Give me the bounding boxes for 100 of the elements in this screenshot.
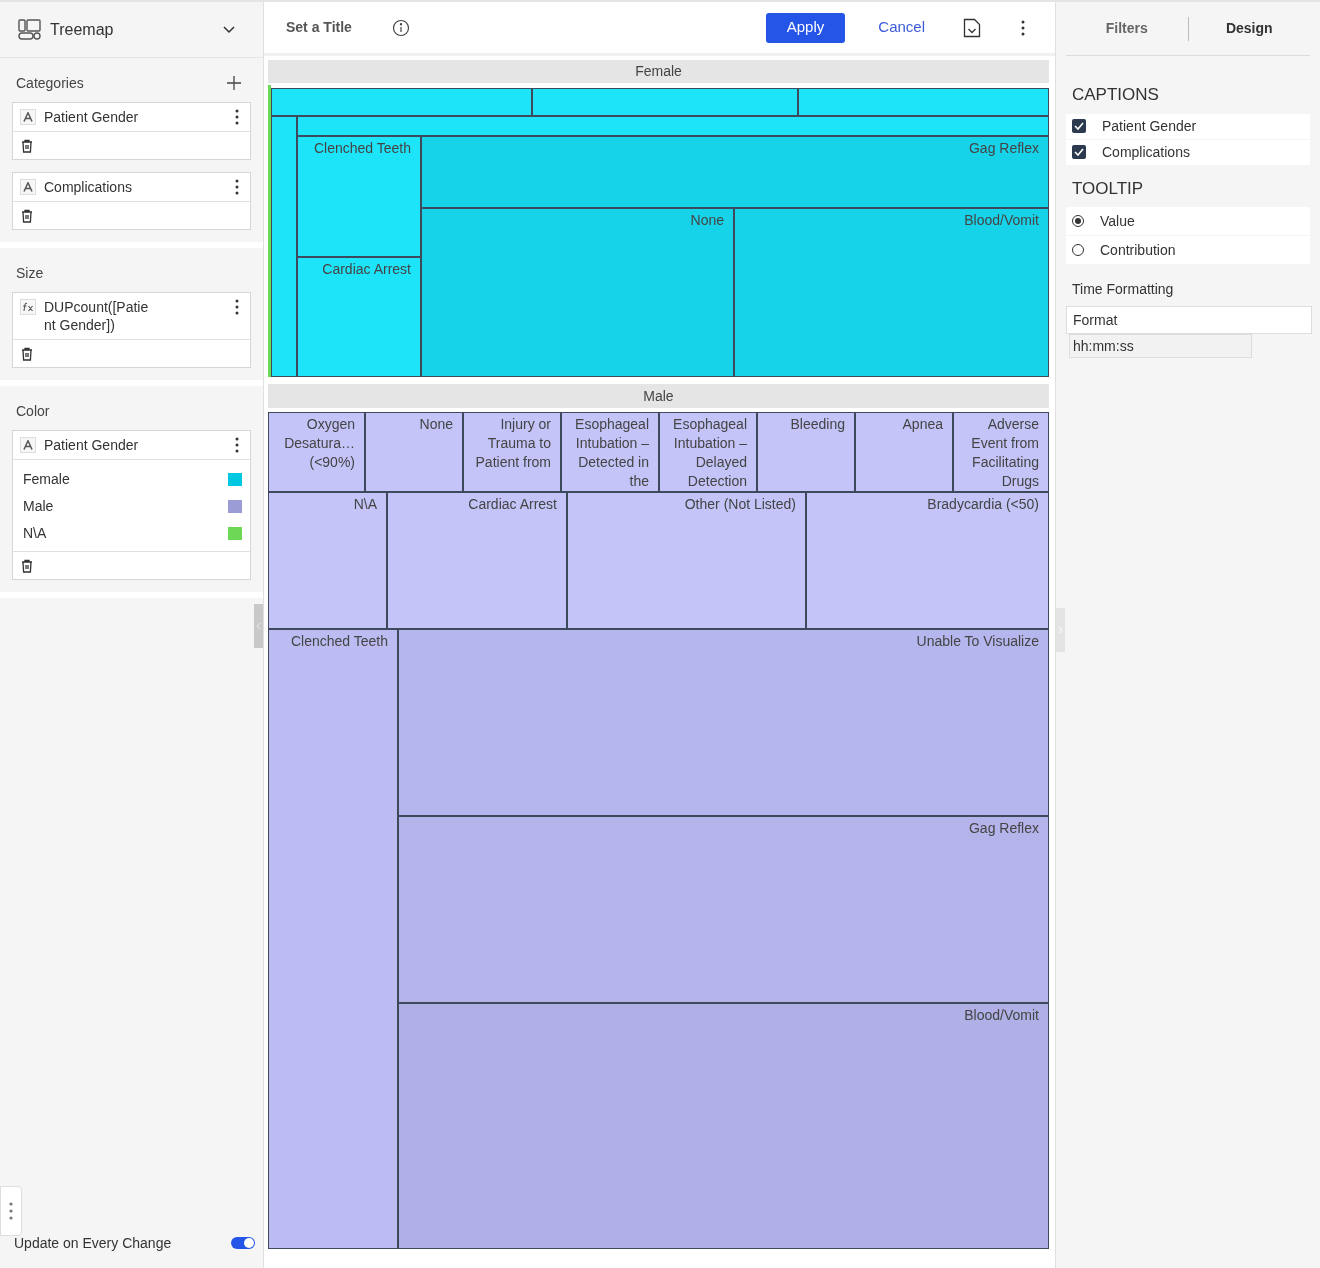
treemap-tile[interactable] [268, 85, 271, 377]
treemap-tile[interactable]: Cardiac Arrest [387, 492, 567, 629]
panel-tab[interactable]: Filters [1066, 18, 1188, 39]
treemap-tile[interactable] [297, 116, 1049, 136]
treemap-tile[interactable] [271, 88, 532, 116]
more-options-icon[interactable] [235, 179, 239, 195]
tile-label: Cardiac Arrest [468, 495, 557, 514]
text-type-icon [20, 437, 36, 453]
section-title: Categories [16, 73, 84, 93]
radio-button[interactable] [1072, 215, 1084, 227]
add-icon[interactable] [227, 76, 241, 90]
treemap-tile[interactable]: Clenched Teeth [268, 629, 398, 1249]
chart-title[interactable]: Set a Title [286, 17, 352, 38]
field-name: Complications [44, 178, 133, 196]
trash-icon[interactable] [21, 138, 33, 153]
group-header: Male [268, 384, 1049, 408]
radio-button[interactable] [1072, 244, 1084, 256]
legend-label: Female [23, 470, 70, 489]
panel-tab[interactable]: Design [1188, 18, 1310, 39]
toggle-switch[interactable] [231, 1237, 255, 1249]
field-name: Patient Gender [44, 436, 140, 454]
treemap-tile[interactable]: Esophageal Intubation – Delayed Detection [659, 412, 757, 492]
text-type-icon [20, 109, 36, 125]
tile-label: Clenched Teeth [290, 632, 388, 651]
treemap-tile[interactable]: Gag Reflex [421, 136, 1049, 208]
section-title: Size [16, 263, 44, 283]
section-title: TOOLTIP [1071, 177, 1145, 200]
dropdown-option[interactable]: hh:mm:ss [1070, 335, 1251, 357]
tile-label: Gag Reflex [968, 139, 1039, 158]
collapse-handle[interactable] [1056, 608, 1065, 652]
treemap-tile[interactable]: None [421, 208, 734, 377]
group-header: Female [268, 60, 1049, 83]
treemap-tile[interactable]: Bleeding [757, 412, 855, 492]
tile-label: Oxygen Desatura… (<90%) [283, 415, 355, 472]
trash-icon[interactable] [21, 346, 33, 361]
more-options-icon [9, 1201, 13, 1221]
more-options-icon[interactable] [1021, 19, 1025, 36]
legend-label: N\A [23, 524, 47, 543]
tile-label: Esophageal Intubation – Delayed Detection [672, 415, 747, 491]
treemap-tile[interactable]: Apnea [855, 412, 953, 492]
treemap-tile[interactable]: Cardiac Arrest [297, 257, 421, 377]
treemap-tile[interactable]: Injury or Trauma to Patient from [463, 412, 561, 492]
treemap-tile[interactable]: Adverse Event from Facilitating Drugs [953, 412, 1049, 492]
section-title: Time Formatting [1071, 280, 1175, 299]
apply-button[interactable]: Apply [765, 12, 846, 43]
color-swatch[interactable] [228, 473, 242, 486]
checkbox[interactable] [1072, 145, 1086, 159]
more-options-icon[interactable] [235, 299, 239, 315]
treemap-tile[interactable] [798, 88, 1049, 116]
checkbox[interactable] [1072, 119, 1086, 133]
export-document-icon[interactable] [963, 17, 981, 38]
more-options-icon[interactable] [235, 109, 239, 125]
color-swatch[interactable] [228, 500, 242, 513]
treemap-tile[interactable]: Clenched Teeth [297, 136, 421, 257]
tile-label: None [419, 415, 453, 434]
checkbox-label: Patient Gender [1102, 116, 1197, 136]
cancel-button[interactable]: Cancel [878, 16, 925, 39]
tile-label: Bradycardia (<50) [927, 495, 1039, 514]
checkbox-label: Complications [1102, 142, 1190, 162]
treemap-tile[interactable]: Esophageal Intubation – Detected in the [561, 412, 659, 492]
treemap-tile[interactable]: Blood/Vomit [734, 208, 1049, 377]
tile-label: Unable To Visualize [916, 632, 1039, 651]
treemap-tile[interactable] [532, 88, 798, 116]
treemap-tile[interactable]: N\A [268, 492, 387, 629]
treemap-chart-icon [18, 18, 42, 41]
tile-label: Gag Reflex [968, 819, 1039, 838]
tile-label: Blood/Vomit [964, 211, 1039, 230]
legend-label: Male [23, 497, 54, 516]
color-swatch[interactable] [228, 527, 242, 540]
tile-label: N\A [353, 495, 377, 514]
trash-icon[interactable] [21, 208, 33, 223]
radio-label: Value [1100, 211, 1135, 231]
tile-label: Apnea [902, 415, 943, 434]
format-dropdown[interactable]: Format [1066, 306, 1312, 334]
more-options-icon[interactable] [235, 437, 239, 453]
tile-label: Injury or Trauma to Patient from [474, 415, 551, 472]
treemap-tile[interactable]: Other (Not Listed) [567, 492, 806, 629]
tile-label: Bleeding [790, 415, 845, 434]
treemap-tile[interactable]: Oxygen Desatura… (<90%) [268, 412, 365, 492]
section-title: Color [16, 401, 50, 421]
text-type-icon [20, 179, 36, 195]
tile-label: Other (Not Listed) [684, 495, 796, 514]
tile-label: Clenched Teeth [313, 139, 411, 158]
treemap-tile[interactable]: Unable To Visualize [398, 629, 1049, 816]
treemap-tile[interactable]: Blood/Vomit [398, 1003, 1049, 1249]
field-name: DUPcount([Patient Gender]) [44, 298, 150, 334]
treemap-tile[interactable]: Gag Reflex [398, 816, 1049, 1003]
tile-label: Esophageal Intubation – Detected in the [574, 415, 649, 491]
trash-icon[interactable] [21, 558, 33, 573]
tile-label: None [690, 211, 724, 230]
tile-label: Cardiac Arrest [322, 260, 411, 279]
info-icon[interactable] [391, 18, 410, 37]
chart-type-dropdown[interactable]: Treemap [50, 17, 245, 42]
treemap-tile[interactable]: None [365, 412, 463, 492]
collapse-handle[interactable] [254, 604, 263, 648]
radio-label: Contribution [1100, 240, 1176, 260]
chevron-down-icon [223, 25, 235, 34]
treemap-tile[interactable] [271, 116, 297, 377]
treemap-tile[interactable]: Bradycardia (<50) [806, 492, 1049, 629]
function-icon [20, 299, 36, 315]
